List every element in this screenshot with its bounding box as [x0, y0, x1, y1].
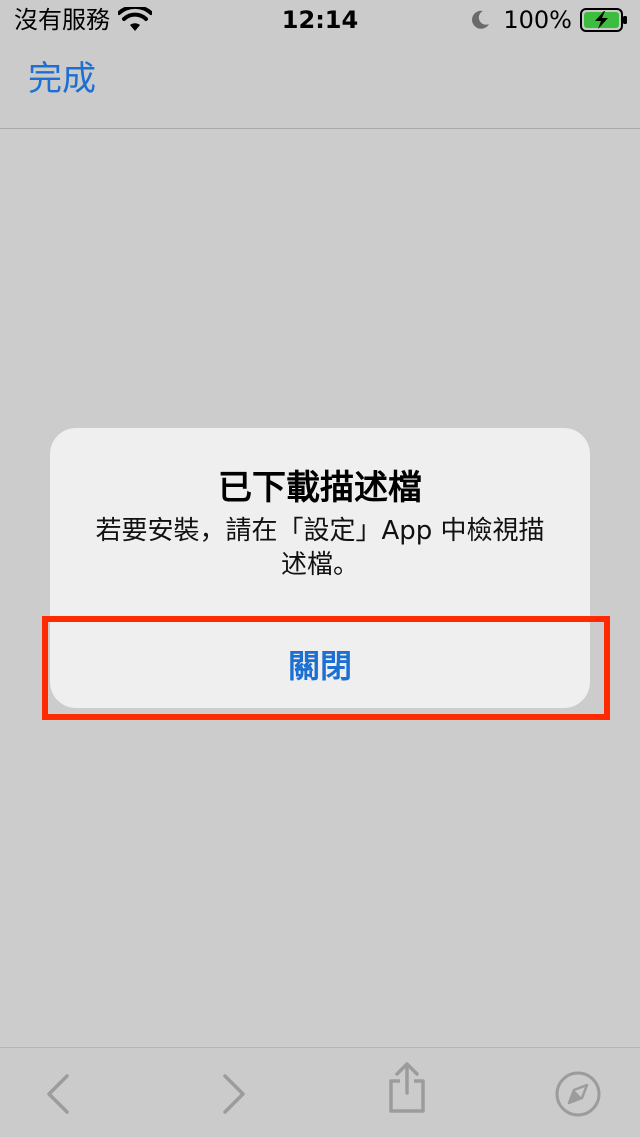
chevron-left-icon	[47, 1074, 69, 1114]
compass-icon	[555, 1071, 601, 1117]
forward-button[interactable]	[210, 1070, 258, 1118]
nav-bar: 完成	[0, 40, 640, 129]
share-button[interactable]	[383, 1062, 431, 1113]
bottom-toolbar	[0, 1047, 640, 1137]
alert-message: 若要安裝，請在「設定」App 中檢視描 述檔。	[80, 514, 560, 582]
status-right: 100%	[469, 5, 628, 35]
highlight-annotation	[42, 616, 610, 720]
share-icon	[389, 1062, 425, 1113]
back-button[interactable]	[34, 1070, 82, 1118]
moon-icon	[472, 10, 490, 29]
alert-message-line-2: 述檔。	[280, 550, 359, 580]
battery-percent: 100%	[503, 6, 572, 34]
done-button[interactable]: 完成	[28, 58, 96, 100]
chevron-right-icon	[223, 1074, 245, 1114]
battery-charging-icon	[580, 8, 627, 32]
alert-title: 已下載描述檔	[218, 468, 422, 508]
alert-message-line-1: 若要安裝，請在「設定」App 中檢視描	[95, 516, 545, 546]
status-bar: 沒有服務 12:14 100%	[0, 0, 640, 40]
compass-button[interactable]	[554, 1070, 602, 1118]
